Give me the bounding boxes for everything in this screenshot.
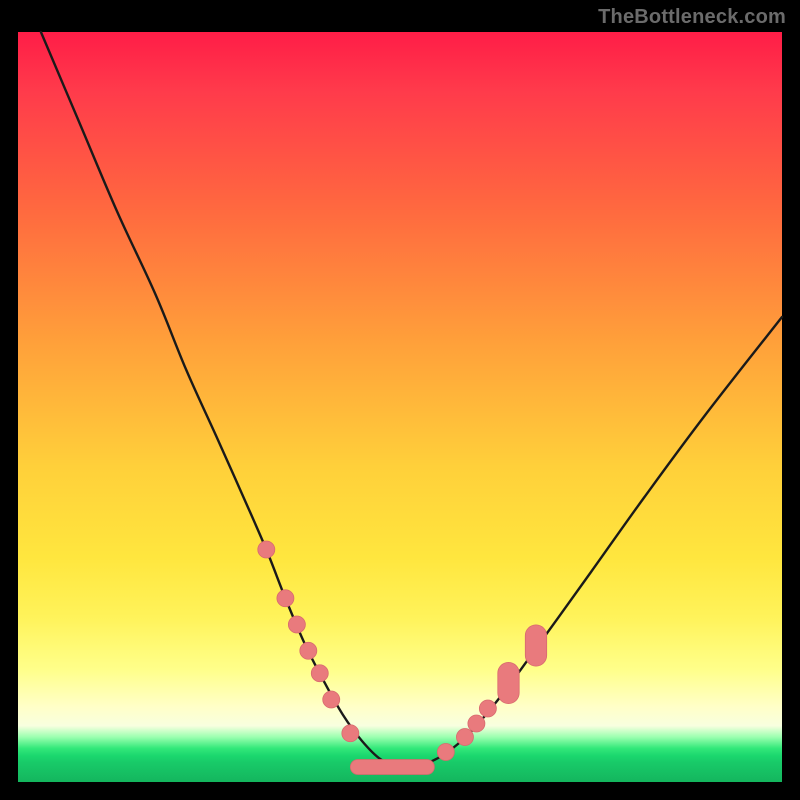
curve-marker — [456, 729, 473, 746]
curve-markers — [258, 541, 547, 775]
curve-marker — [258, 541, 275, 558]
curve-marker — [437, 744, 454, 761]
curve-marker — [323, 691, 340, 708]
chart-frame: TheBottleneck.com — [0, 0, 800, 800]
curve-marker — [468, 715, 485, 732]
curve-layer — [18, 32, 782, 782]
curve-marker — [350, 760, 434, 775]
curve-marker — [277, 590, 294, 607]
curve-marker — [525, 625, 546, 666]
bottleneck-curve — [41, 32, 782, 767]
curve-marker — [300, 642, 317, 659]
watermark-text: TheBottleneck.com — [598, 6, 786, 29]
curve-marker — [479, 700, 496, 717]
curve-marker — [311, 665, 328, 682]
curve-marker — [342, 725, 359, 742]
curve-marker — [498, 662, 519, 703]
curve-marker — [288, 616, 305, 633]
